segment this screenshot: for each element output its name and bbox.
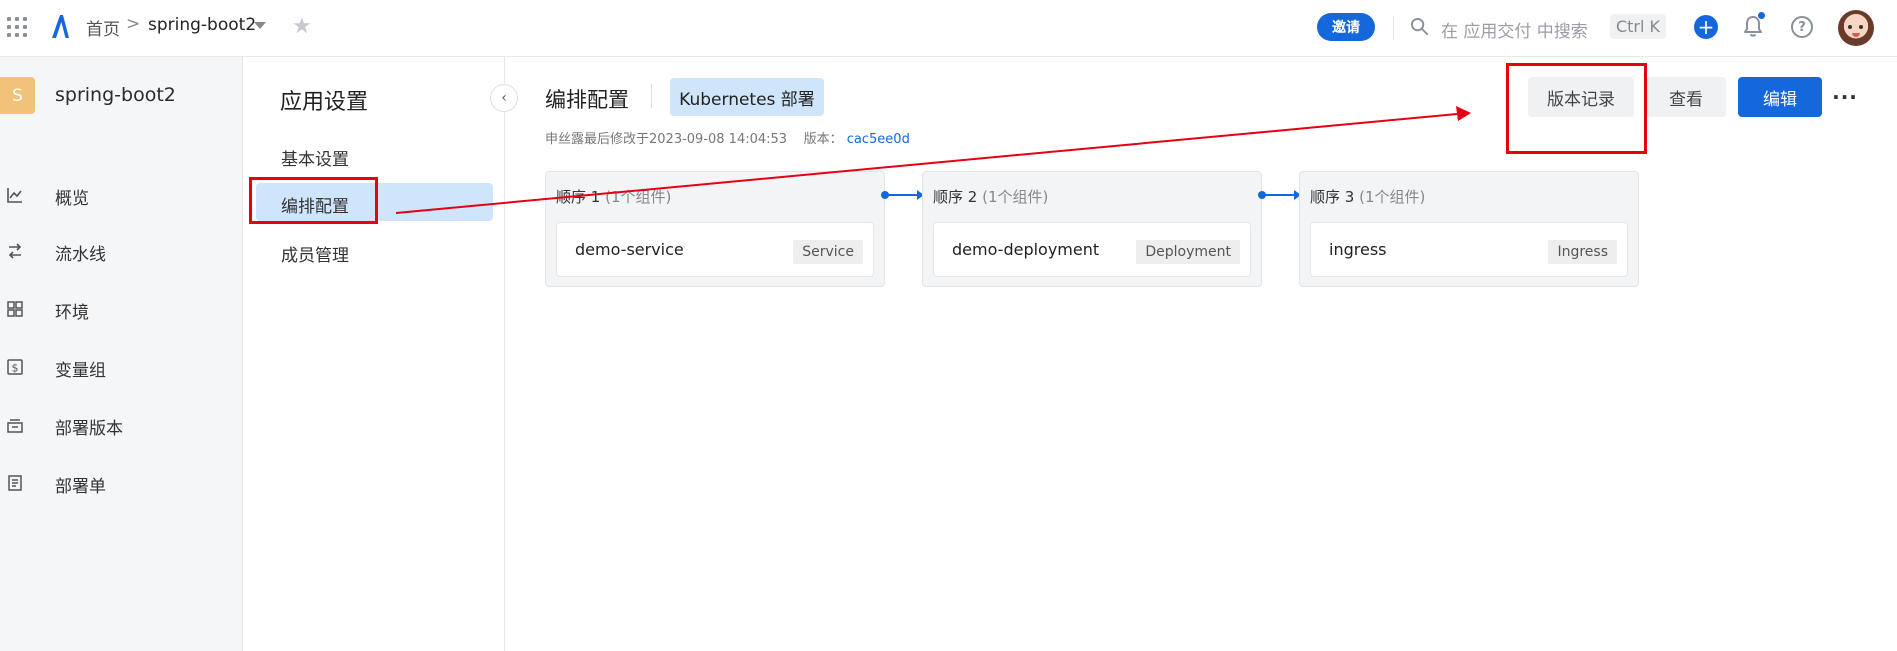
search-input[interactable]: 在 应用交付 中搜索 [1441,17,1588,42]
component-kind-badge: Ingress [1548,240,1617,264]
sidebar-item-label: 部署单 [55,477,106,497]
stage-card: 顺序 1 (1个组件) demo-service Service [545,171,885,287]
user-avatar[interactable] [1838,10,1874,46]
stage-order: 顺序 1 [556,188,601,206]
last-modified-info: 申丝露最后修改于2023-09-08 14:04:53 版本： cac5ee0d [545,128,910,147]
submenu-item-label: 基本设置 [281,150,349,170]
sidebar-item-deploy-orders[interactable]: 部署单 [0,463,243,503]
breadcrumb-app[interactable]: spring-boot2 [148,15,256,35]
app-grid-icon[interactable] [7,17,27,37]
breadcrumb-home[interactable]: 首页 [86,15,120,40]
divider [651,84,652,108]
stage-order: 顺序 3 [1310,188,1355,206]
sidebar-item-overview[interactable]: 概览 [0,175,243,215]
dollar-box-icon: $ [7,359,23,375]
sidebar-item-label: 变量组 [55,361,106,381]
app-sidebar: S spring-boot2 概览 流水线 环境 $ 变量组 部署版本 部署单 [0,57,243,651]
more-options-icon[interactable]: ··· [1832,77,1858,117]
submenu-item-basic-settings[interactable]: 基本设置 [256,136,493,174]
archive-icon [7,419,23,433]
edit-button[interactable]: 编辑 [1738,77,1822,117]
sidebar-app-name[interactable]: spring-boot2 [55,84,176,106]
invite-button[interactable]: 邀请 [1317,13,1375,41]
chart-line-icon [7,188,22,203]
annotation-highlight-box [1506,63,1647,154]
deploy-type-tag: Kubernetes 部署 [670,78,824,116]
stage-connector-arrow-icon [1258,190,1301,200]
sidebar-item-variable-groups[interactable]: $ 变量组 [0,347,243,387]
divider [1393,16,1394,40]
document-icon [8,475,22,491]
search-shortcut: Ctrl K [1610,14,1666,39]
product-logo-icon[interactable] [49,12,73,40]
stage-card: 顺序 3 (1个组件) ingress Ingress [1299,171,1639,287]
component-card[interactable]: demo-service Service [556,222,874,277]
stage-title: 顺序 1 (1个组件) [556,186,671,207]
version-label: 版本： [803,132,843,147]
stage-count: (1个组件) [1359,188,1426,206]
submenu-item-label: 成员管理 [281,246,349,266]
annotation-highlight-box [249,177,378,224]
stage-order: 顺序 2 [933,188,978,206]
stage-title: 顺序 2 (1个组件) [933,186,1048,207]
component-kind-badge: Service [793,240,863,264]
component-card[interactable]: demo-deployment Deployment [933,222,1251,277]
component-name: demo-deployment [952,240,1100,259]
create-button[interactable]: + [1694,15,1718,39]
component-name: demo-service [575,240,684,259]
pipeline-icon [8,243,22,259]
stage-card: 顺序 2 (1个组件) demo-deployment Deployment [922,171,1262,287]
stage-count: (1个组件) [605,188,672,206]
top-bar: 首页 > spring-boot2 ★ 邀请 在 应用交付 中搜索 Ctrl K… [0,0,1897,57]
app-avatar: S [0,77,35,114]
settings-submenu: 应用设置 ‹ 基本设置 编排配置 成员管理 [244,57,518,651]
notification-badge [1757,11,1766,20]
sidebar-item-label: 概览 [55,189,89,209]
view-button[interactable]: 查看 [1646,77,1726,117]
svg-text:$: $ [12,362,19,375]
page-title: 编排配置 [545,88,629,112]
search-icon[interactable] [1410,17,1429,36]
collapse-chevron-icon[interactable]: ‹ [490,84,518,112]
sidebar-item-pipeline[interactable]: 流水线 [0,231,243,271]
sidebar-item-deploy-versions[interactable]: 部署版本 [0,405,243,445]
submenu-item-members[interactable]: 成员管理 [256,232,493,270]
star-icon[interactable]: ★ [292,14,312,39]
component-card[interactable]: ingress Ingress [1310,222,1628,277]
modified-by-text: 申丝露最后修改于2023-09-08 14:04:53 [545,132,788,147]
sidebar-item-label: 部署版本 [55,419,123,439]
chevron-down-icon[interactable] [254,22,266,29]
help-icon[interactable]: ? [1791,16,1813,38]
version-link[interactable]: cac5ee0d [847,132,910,147]
breadcrumb-separator-icon: > [126,14,141,34]
stage-count: (1个组件) [982,188,1049,206]
submenu-title: 应用设置 [280,90,369,115]
stage-title: 顺序 3 (1个组件) [1310,186,1425,207]
component-name: ingress [1329,240,1387,259]
grid-icon [7,301,23,317]
sidebar-item-environments[interactable]: 环境 [0,289,243,329]
sidebar-item-label: 流水线 [55,245,106,265]
sidebar-item-label: 环境 [55,303,89,323]
component-kind-badge: Deployment [1136,240,1240,264]
stage-connector-arrow-icon [881,190,924,200]
